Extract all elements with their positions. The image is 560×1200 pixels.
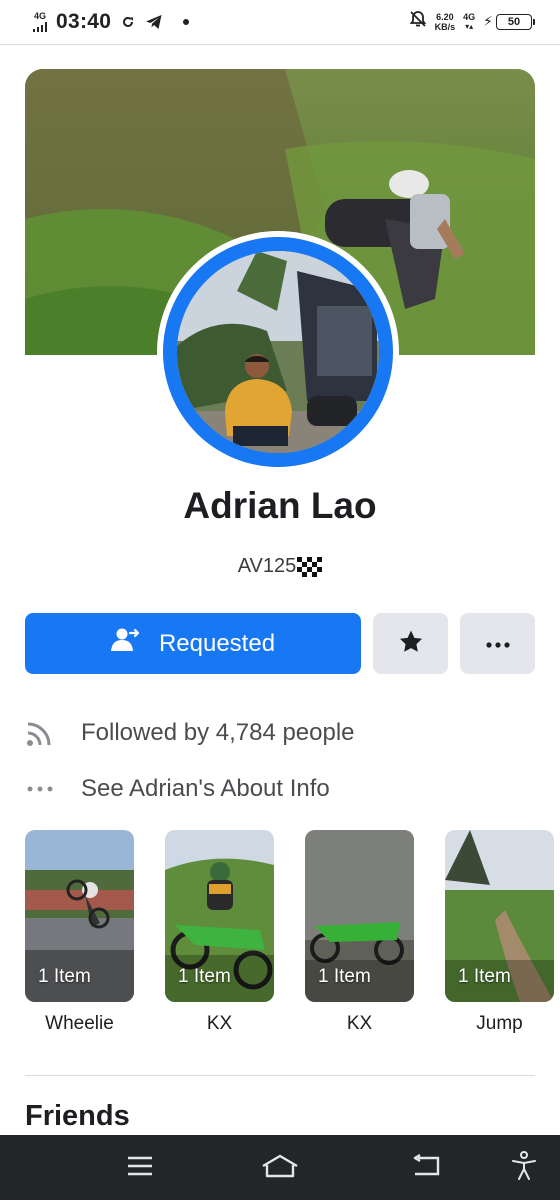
accessibility-button[interactable] [506,1150,542,1186]
featured-item[interactable]: 1 Item KX [305,830,414,1035]
featured-item[interactable]: 1 Item Wheelie [25,830,134,1035]
mute-bell-icon [409,10,427,33]
cellular-signal-icon: 4G [30,12,50,32]
followers-info[interactable]: Followed by 4,784 people [25,718,355,748]
network-type-label: 4G [33,11,46,21]
home-icon [261,1153,299,1184]
featured-thumbnail: 1 Item [305,830,414,1002]
requested-button[interactable]: Requested [25,613,361,674]
speed-unit: KB/s [434,21,456,32]
featured-item[interactable]: 1 Item Jump [445,830,554,1035]
section-divider [25,1075,535,1076]
profile-picture[interactable] [157,231,399,473]
network-type-right: 4G ▾▴ [463,12,475,32]
back-button[interactable] [408,1151,444,1185]
menu-icon [126,1155,154,1182]
telegram-icon [145,14,163,30]
featured-collections: 1 Item Wheelie 1 Item KX 1 Item KX 1 Ite… [25,830,560,1040]
more-options-button[interactable] [460,613,535,674]
followers-text: Followed by 4,784 people [81,719,355,746]
friends-section-title: Friends [25,1100,130,1132]
notification-dot-icon [183,19,190,25]
featured-item-count: 1 Item [458,966,511,987]
star-icon [398,629,424,659]
bio-text: AV125 [237,555,297,577]
featured-item-count: 1 Item [38,966,91,987]
back-icon [411,1153,441,1183]
network-speed: 6.20 KB/s [435,12,456,32]
status-bar: 4G 03:40 6.20 KB/s 4G ▾▴ ⚡ 50 [0,0,560,45]
featured-item-count: 1 Item [178,966,231,987]
featured-item-title: Wheelie [45,1013,114,1034]
featured-thumbnail: 1 Item [25,830,134,1002]
data-arrows-icon: ▾▴ [465,21,474,31]
charging-icon: ⚡ [483,13,493,29]
featured-item-title: KX [206,1013,233,1034]
friend-request-sent-icon [110,627,141,660]
rss-feed-icon [25,718,55,748]
about-info-text: See Adrian's About Info [81,775,330,802]
featured-thumbnail: 1 Item [165,830,274,1002]
speed-value: 6.20 [436,11,454,22]
about-info-link[interactable]: See Adrian's About Info [25,774,330,804]
battery-icon: 50 [496,13,535,30]
battery-level: 50 [507,15,521,28]
featured-item-title: Jump [476,1013,523,1034]
sync-icon [121,15,135,29]
accessibility-icon [510,1150,538,1186]
featured-item-title: KX [346,1013,373,1034]
profile-name: Adrian Lao [183,485,377,526]
requested-label: Requested [158,629,276,657]
avatar [177,251,379,453]
status-time: 03:40 [56,10,112,33]
menu-button[interactable] [122,1151,158,1185]
story-ring [163,237,393,467]
featured-thumbnail: 1 Item [445,830,554,1002]
system-navigation-bar [0,1135,560,1200]
home-button[interactable] [262,1151,298,1185]
checkered-flag-icon [297,556,323,577]
featured-item[interactable]: 1 Item KX [165,830,274,1035]
favorite-button[interactable] [373,613,448,674]
featured-item-count: 1 Item [318,966,371,987]
profile-bio: AV125 [0,555,560,578]
network-type-right-label: 4G [463,11,476,22]
more-icon [485,635,510,653]
more-dots-icon [25,774,55,804]
